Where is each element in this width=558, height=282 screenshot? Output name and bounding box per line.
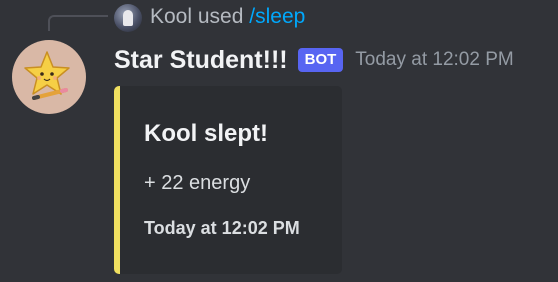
message-timestamp[interactable]: Today at 12:02 PM: [355, 49, 513, 71]
reply-command[interactable]: /sleep: [249, 5, 305, 28]
reply-connector: [48, 15, 108, 31]
reply-verb: used: [197, 5, 244, 28]
embed-footer-timestamp: Today at 12:02 PM: [144, 218, 300, 238]
bot-badge: BOT: [297, 48, 344, 72]
star-mascot-icon: [24, 51, 70, 100]
reply-user-avatar[interactable]: [114, 4, 142, 32]
message-header: Star Student!!! BOT Today at 12:02 PM: [114, 44, 514, 76]
author-name[interactable]: Star Student!!!: [114, 46, 288, 75]
reply-username[interactable]: Kool: [150, 5, 192, 28]
reply-context: Kool used /sleep: [150, 5, 305, 29]
embed-description: + 22 energy: [144, 172, 251, 194]
embed-title: Kool slept!: [144, 120, 268, 147]
user-avatar-icon: [123, 10, 133, 26]
bot-avatar[interactable]: [12, 40, 86, 114]
embed-card: Kool slept! + 22 energy Today at 12:02 P…: [114, 86, 342, 274]
